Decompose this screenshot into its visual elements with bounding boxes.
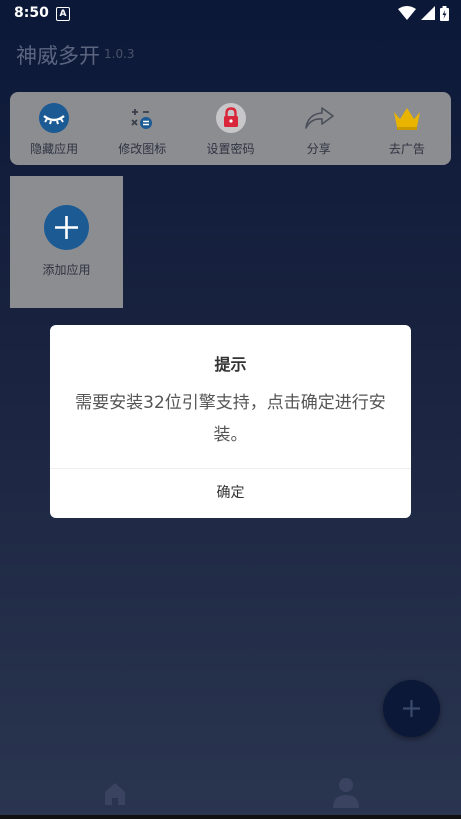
- share-icon: [303, 102, 335, 134]
- status-icons: [398, 5, 449, 21]
- bottom-bar: [0, 815, 461, 819]
- hide-apps-label: 隐藏应用: [30, 142, 79, 156]
- dialog-title: 提示: [214, 355, 247, 374]
- crown-icon: [391, 102, 423, 134]
- plus-icon: [44, 205, 89, 250]
- bottom-nav: [0, 760, 461, 816]
- dialog-message: 需要安装32位引擎支持，点击确定进行安装。: [75, 393, 386, 445]
- user-icon: [333, 778, 359, 808]
- notification-a-icon: A: [56, 7, 70, 21]
- set-password-button[interactable]: 设置密码: [186, 92, 274, 165]
- status-bar: 8:50 A: [0, 0, 461, 28]
- remove-ads-button[interactable]: 去广告: [363, 92, 451, 165]
- share-button[interactable]: 分享: [275, 92, 363, 165]
- remove-ads-label: 去广告: [388, 142, 425, 156]
- fab-add-button[interactable]: [383, 680, 440, 737]
- hide-apps-button[interactable]: 隐藏应用: [10, 92, 98, 165]
- plus-icon: [403, 700, 420, 717]
- wifi-icon: [398, 6, 416, 20]
- add-app-label: 添加应用: [42, 263, 91, 277]
- change-icon-button[interactable]: 修改图标: [98, 92, 186, 165]
- calculator-icon: [126, 102, 158, 134]
- eye-closed-icon: [38, 102, 70, 134]
- share-label: 分享: [306, 142, 331, 156]
- status-time: 8:50: [14, 5, 49, 21]
- set-password-label: 设置密码: [206, 142, 255, 156]
- nav-profile-button[interactable]: [330, 776, 362, 810]
- change-icon-label: 修改图标: [118, 142, 167, 156]
- home-icon: [105, 783, 125, 805]
- add-app-tile[interactable]: 添加应用: [10, 176, 123, 308]
- signal-icon: [421, 6, 435, 20]
- install-dialog: 提示 需要安装32位引擎支持，点击确定进行安装。 确定: [50, 325, 411, 518]
- confirm-button[interactable]: 确定: [50, 469, 411, 518]
- toolbar-card: 隐藏应用 修改图标 设置密码 分享 去广告: [10, 92, 451, 165]
- battery-icon: [440, 5, 449, 21]
- app-title: 神威多开: [16, 44, 100, 68]
- nav-home-button[interactable]: [100, 778, 130, 808]
- app-version: 1.0.3: [104, 47, 135, 61]
- lock-icon: [215, 102, 247, 134]
